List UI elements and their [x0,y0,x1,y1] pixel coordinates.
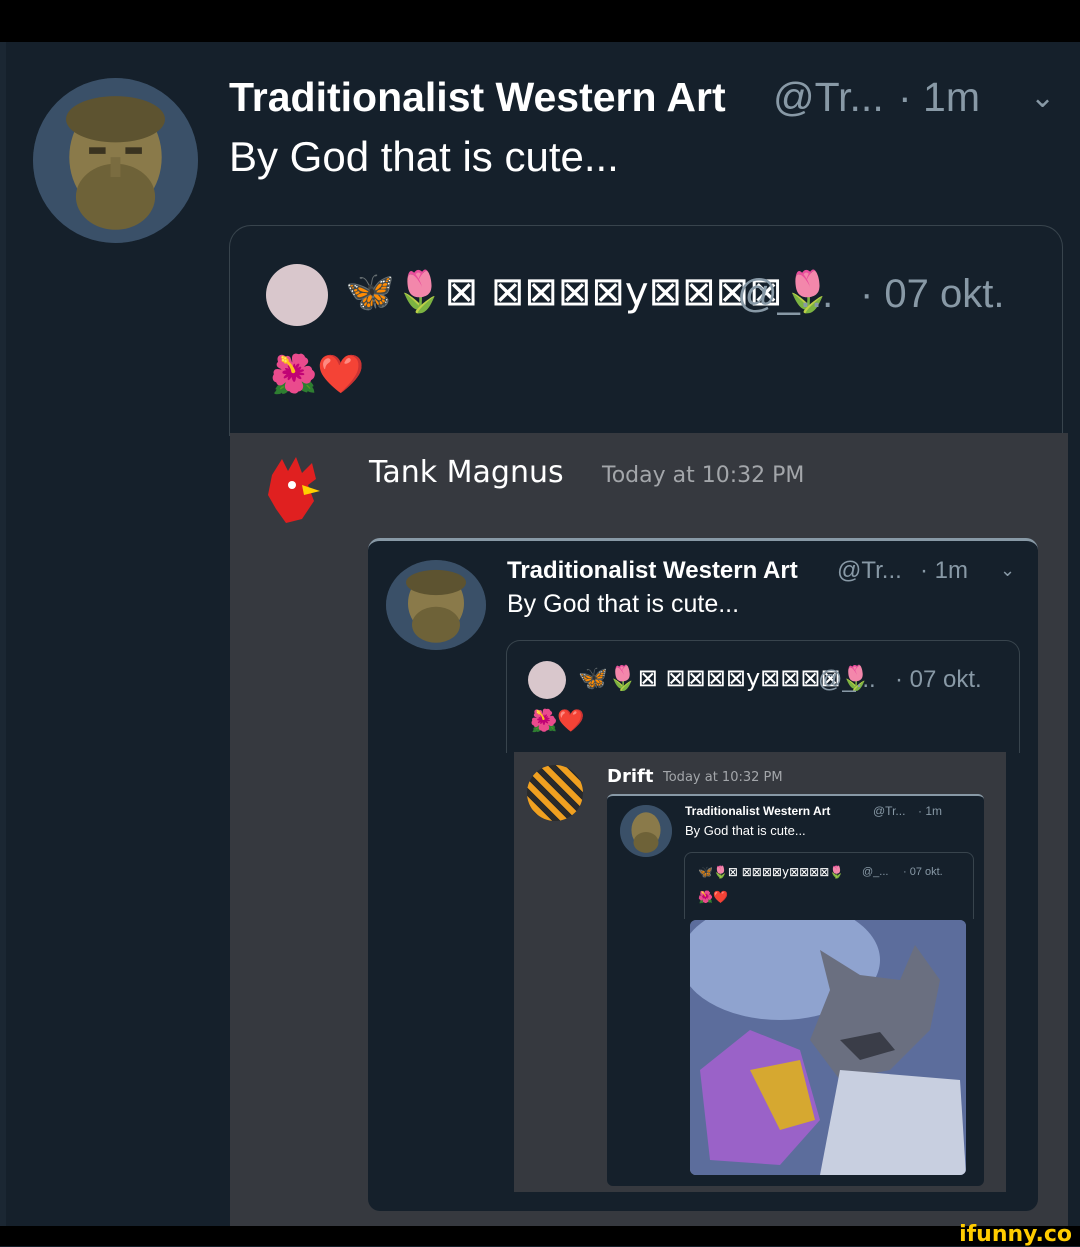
discord-timestamp: Today at 10:32 PM [663,770,783,785]
quoted-name[interactable]: 🦋🌷⊠ ⊠⊠⊠⊠y⊠⊠⊠⊠🌷 [698,865,844,879]
tweet-time[interactable]: · 1m [898,74,980,121]
tweet-handle[interactable]: @Tr... [773,74,884,121]
discord-username[interactable]: Tank Magnus [369,455,564,490]
quoted-date[interactable]: · 07 okt. [860,272,1005,317]
chevron-down-icon[interactable]: ⌄ [1030,80,1055,115]
statue-icon [620,805,672,857]
quoted-handle[interactable]: @_... [737,272,833,317]
top-black-bar [0,0,1080,42]
statue-avatar[interactable] [33,78,198,243]
statue-avatar[interactable] [386,560,486,650]
left-edge [0,42,6,1226]
drift-avatar[interactable] [527,765,583,821]
rooster-icon [268,457,320,523]
quoted-tweet-box[interactable] [684,852,974,919]
quoted-emoji: 🌺❤️ [530,709,585,734]
quoted-tweet-box[interactable] [229,225,1063,436]
tweet-handle[interactable]: @Tr... [837,557,902,585]
attached-image[interactable] [690,920,966,1175]
tweet-author[interactable]: Traditionalist Western Art [685,804,830,818]
chevron-down-icon[interactable]: ⌄ [1000,560,1015,581]
tweet-handle[interactable]: @Tr... [873,804,905,818]
statue-icon [386,560,486,650]
discord-username[interactable]: Drift [607,766,653,787]
statue-icon [33,78,198,243]
quoted-date[interactable]: · 07 okt. [903,866,943,878]
rooster-avatar[interactable] [262,455,326,525]
tweet-time[interactable]: · 1m [918,804,942,818]
tweet-author[interactable]: Traditionalist Western Art [229,74,726,121]
discord-timestamp: Today at 10:32 PM [602,463,805,488]
statue-avatar[interactable] [620,805,672,857]
quoted-emoji: 🌺❤️ [698,890,728,904]
tweet-time[interactable]: · 1m [920,557,968,585]
bottom-black-bar [0,1226,1080,1246]
tweet-text: By God that is cute... [685,823,806,838]
tweet-text: By God that is cute... [507,590,740,618]
wolf-hug-image [690,920,966,1175]
quoted-tweet-box[interactable] [506,640,1020,753]
ifunny-watermark: ifunny.co [959,1222,1072,1247]
quoted-avatar[interactable] [528,661,566,699]
quoted-handle[interactable]: @_... [818,666,876,694]
quoted-handle[interactable]: @_... [862,866,888,878]
quoted-date[interactable]: · 07 okt. [895,666,982,694]
quoted-avatar[interactable] [266,264,328,326]
tweet-author[interactable]: Traditionalist Western Art [507,557,798,585]
quoted-emoji: 🌺❤️ [270,352,365,396]
tweet-text: By God that is cute... [229,133,619,180]
